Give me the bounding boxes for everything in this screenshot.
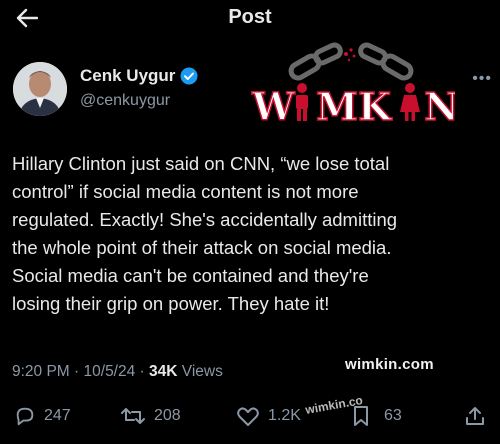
svg-text:MK: MK (316, 84, 393, 129)
wimkin-logo: W MK N (250, 42, 455, 130)
views-label: Views (181, 363, 223, 380)
more-options-button[interactable]: ••• (472, 70, 492, 88)
repost-icon (121, 408, 145, 424)
more-icon: ••• (472, 70, 492, 87)
post-line: the whole point of their attack on socia… (12, 237, 392, 258)
share-icon (466, 407, 484, 425)
author-name-text: Cenk Uygur (80, 66, 176, 85)
heart-icon (237, 407, 259, 426)
reply-count: 247 (44, 407, 71, 424)
avatar[interactable] (13, 62, 67, 116)
views-count: 34K (149, 363, 178, 380)
post-line: control” if social media content is not … (12, 181, 359, 202)
post-line: losing their grip on power. They hate it… (12, 293, 330, 314)
top-bar: Post (0, 0, 500, 36)
reply-button[interactable]: 247 (14, 398, 71, 434)
page-title: Post (228, 6, 272, 28)
like-count: 1.2K (268, 407, 301, 424)
post-line: Social media can't be contained and they… (12, 265, 369, 286)
post-text: Hillary Clinton just said on CNN, “we lo… (12, 150, 488, 318)
repost-button[interactable]: 208 (120, 398, 181, 434)
author-name[interactable]: Cenk Uygur (80, 66, 198, 86)
svg-text:N: N (424, 84, 455, 129)
like-button[interactable]: 1.2K (236, 398, 301, 434)
post-line: Hillary Clinton just said on CNN, “we lo… (12, 153, 390, 174)
bookmark-count: 63 (384, 407, 402, 424)
share-button[interactable] (464, 398, 486, 434)
post-time[interactable]: 9:20 PM (12, 363, 70, 380)
watermark: wimkin.com (345, 356, 434, 373)
reply-icon (16, 407, 34, 426)
post-date[interactable]: 10/5/24 (84, 363, 136, 380)
svg-text:W: W (251, 84, 296, 129)
post-meta: 9:20 PM · 10/5/24 · 34K Views (12, 363, 223, 380)
action-bar: 247 208 1.2K 63 (0, 398, 500, 434)
verified-badge-icon (180, 67, 198, 85)
author-handle[interactable]: @cenkuygur (80, 92, 170, 110)
post-line: regulated. Exactly! She's accidentally a… (12, 209, 398, 230)
repost-count: 208 (154, 407, 181, 424)
